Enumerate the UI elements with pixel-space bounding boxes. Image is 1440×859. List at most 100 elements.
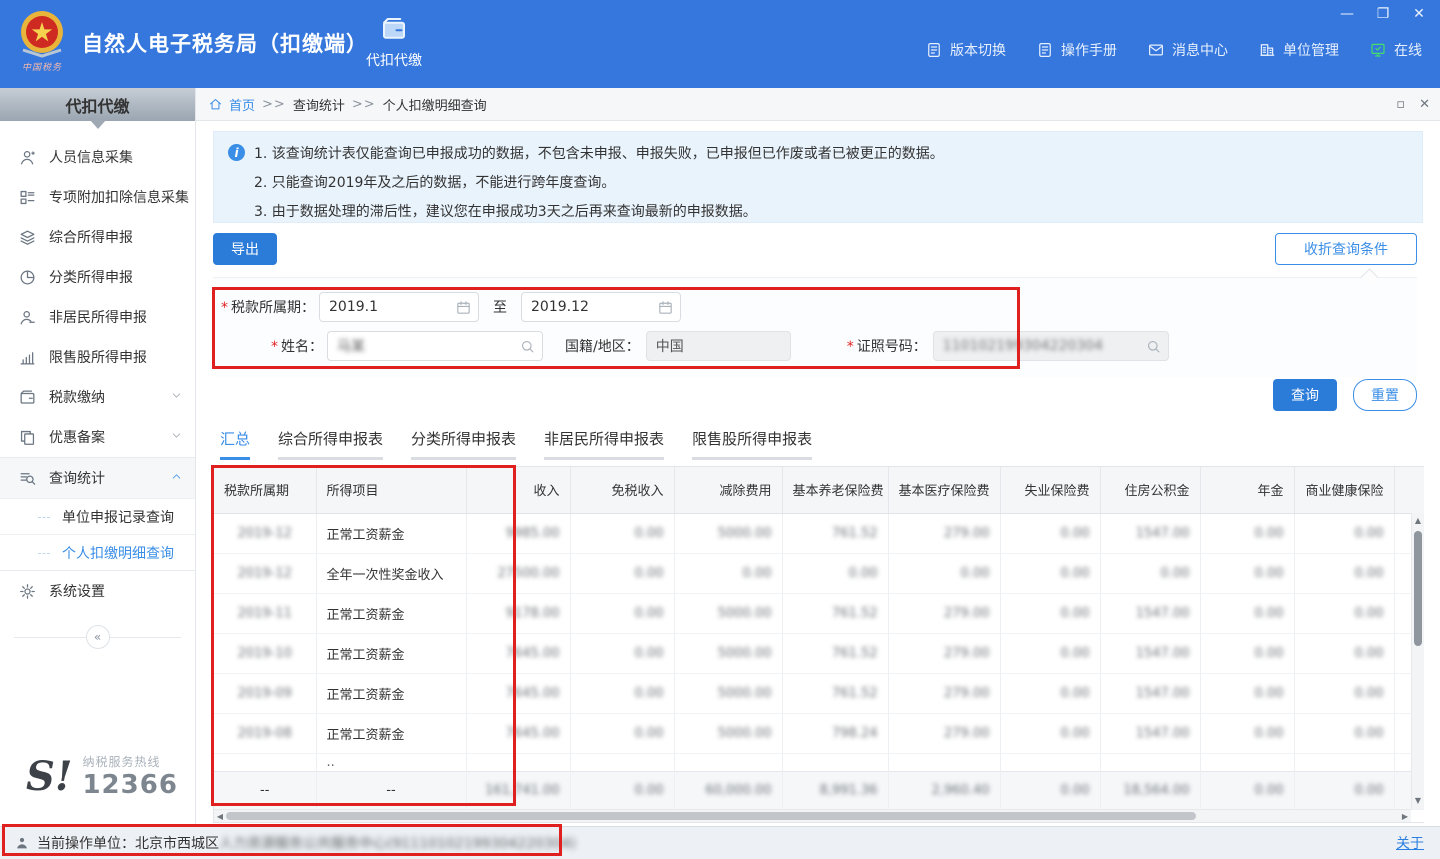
- vscroll-thumb[interactable]: [1414, 531, 1422, 646]
- breadcrumb-home[interactable]: 首页: [229, 95, 255, 114]
- cell: 0.00: [1000, 673, 1100, 713]
- sidebar-item-限售股所得申报[interactable]: 限售股所得申报: [0, 337, 195, 377]
- hscroll-thumb[interactable]: [226, 812, 1196, 820]
- table-row[interactable]: 2019-12正常工资薪金9985.000.005000.00761.52279…: [214, 513, 1424, 553]
- horizontal-scrollbar[interactable]: ◀ ▶: [214, 809, 1411, 822]
- notice-box: i 1. 该查询统计表仅能查询已申报成功的数据，不包含未申报、申报失败，已申报但…: [213, 131, 1423, 223]
- cell: 279.00: [888, 513, 1000, 553]
- scroll-left-icon[interactable]: ◀: [214, 810, 226, 822]
- cell: 279.00: [888, 673, 1000, 713]
- top-menu-item-消息中心[interactable]: 消息中心: [1147, 40, 1228, 60]
- top-menu-item-单位管理[interactable]: 单位管理: [1258, 40, 1339, 60]
- cell: 8,991.36: [782, 771, 888, 809]
- sidebar-item-专项附加扣除信息采集[interactable]: 专项附加扣除信息采集: [0, 177, 195, 217]
- sidebar-item-综合所得申报[interactable]: 综合所得申报: [0, 217, 195, 257]
- sidebar-subitem-个人扣缴明细查询[interactable]: 个人扣缴明细查询: [0, 534, 195, 570]
- tab-非居民所得申报表[interactable]: 非居民所得申报表: [544, 428, 664, 460]
- chevron-up-icon[interactable]: [170, 470, 183, 487]
- nav-tab-daikoudaijiao[interactable]: 代扣代缴: [352, 14, 436, 88]
- cell: 0.00: [674, 553, 782, 593]
- table-row[interactable]: 2019-09正常工资薪金7645.000.005000.00761.52279…: [214, 673, 1424, 713]
- table-row-clipped[interactable]: ..: [214, 753, 1424, 771]
- column-header-税款所属期: 税款所属期: [214, 467, 316, 513]
- top-menu-item-操作手册[interactable]: 操作手册: [1036, 40, 1117, 60]
- sidebar-item-人员信息采集[interactable]: 人员信息采集: [0, 137, 195, 177]
- table-row[interactable]: 2019-11正常工资薪金9178.000.005000.00761.52279…: [214, 593, 1424, 633]
- cell: 正常工资薪金: [316, 673, 466, 713]
- table-summary-row[interactable]: ----161,741.000.0060,000.008,991.362,960…: [214, 771, 1424, 809]
- id-number-input[interactable]: 110102199304220304: [933, 331, 1169, 361]
- search-icon[interactable]: [1145, 338, 1162, 355]
- nav-tab-label: 代扣代缴: [366, 50, 422, 70]
- sidebar-item-优惠备案[interactable]: 优惠备案: [0, 417, 195, 457]
- scroll-down-icon[interactable]: ▼: [1412, 795, 1424, 807]
- tab-综合所得申报表[interactable]: 综合所得申报表: [278, 428, 383, 460]
- period-to-input[interactable]: 2019.12: [521, 292, 681, 322]
- cell: 7645.00: [466, 713, 570, 753]
- export-button[interactable]: 导出: [213, 233, 277, 265]
- search-icon[interactable]: [519, 338, 536, 355]
- table-row[interactable]: 2019-08正常工资薪金7645.000.005000.00798.24279…: [214, 713, 1424, 753]
- panel-maximize-icon[interactable]: ▫: [1396, 97, 1405, 112]
- about-link[interactable]: 关于: [1396, 833, 1424, 853]
- top-menu-item-版本切换[interactable]: 版本切换: [925, 40, 1006, 60]
- sidebar-item-分类所得申报[interactable]: 分类所得申报: [0, 257, 195, 297]
- collapse-query-button[interactable]: 收折查询条件: [1275, 233, 1417, 265]
- chevron-icon: [170, 429, 183, 442]
- table-row[interactable]: 2019-12全年一次性奖金收入27500.000.000.000.000.00…: [214, 553, 1424, 593]
- building-icon: [1258, 41, 1276, 59]
- name-input[interactable]: 马某: [327, 331, 543, 361]
- period-from-input[interactable]: 2019.1: [319, 292, 479, 322]
- search-button[interactable]: 查询: [1273, 379, 1337, 411]
- search-list-icon: [18, 469, 37, 488]
- sidebar-item-税款缴纳[interactable]: 税款缴纳: [0, 377, 195, 417]
- cell: 0.00: [1200, 553, 1294, 593]
- panel-close-icon[interactable]: ✕: [1419, 97, 1430, 112]
- table-row[interactable]: 2019-10正常工资薪金7645.000.005000.00761.52279…: [214, 633, 1424, 673]
- cell: 0.00: [1294, 633, 1394, 673]
- column-header-基本养老保险费: 基本养老保险费: [782, 467, 888, 513]
- sidebar-collapse-button[interactable]: «: [86, 625, 110, 649]
- app-header: — ❐ ✕ 中国税务 自然人电子税务局（扣缴端） 代扣代缴 版: [0, 0, 1440, 88]
- cell: [1000, 753, 1100, 771]
- minimize-button[interactable]: —: [1336, 4, 1358, 24]
- vertical-scrollbar[interactable]: ▲ ▼: [1411, 513, 1424, 809]
- sidebar-subitem-单位申报记录查询[interactable]: 单位申报记录查询: [0, 498, 195, 534]
- chevron-down-icon[interactable]: [170, 429, 183, 446]
- chevron-down-icon[interactable]: [170, 389, 183, 406]
- sidebar-item-label: 人员信息采集: [49, 147, 183, 167]
- reset-button[interactable]: 重置: [1353, 379, 1417, 411]
- sidebar-item-系统设置[interactable]: 系统设置: [0, 571, 195, 611]
- main-panel: 首页 >> 查询统计 >> 个人扣缴明细查询 ▫ ✕ i 1. 该查询统计表仅能…: [196, 88, 1440, 826]
- sidebar-item-非居民所得申报[interactable]: 非居民所得申报: [0, 297, 195, 337]
- tab-汇总[interactable]: 汇总: [220, 428, 250, 460]
- breadcrumb-current: 个人扣缴明细查询: [383, 95, 487, 114]
- window-controls: — ❐ ✕: [1336, 4, 1430, 24]
- cell: 0.00: [570, 771, 674, 809]
- tab-分类所得申报表[interactable]: 分类所得申报表: [411, 428, 516, 460]
- query-actions: 查询 重置: [1273, 379, 1417, 411]
- cell: 0.00: [1294, 713, 1394, 753]
- close-button[interactable]: ✕: [1408, 4, 1430, 24]
- document-icon: [1036, 41, 1054, 59]
- cell: 161,741.00: [466, 771, 570, 809]
- column-header-所得项目: 所得项目: [316, 467, 466, 513]
- app-window: — ❐ ✕ 中国税务 自然人电子税务局（扣缴端） 代扣代缴 版: [0, 0, 1440, 859]
- sidebar-item-label: 分类所得申报: [49, 267, 183, 287]
- sidebar-item-查询统计[interactable]: 查询统计: [0, 458, 195, 498]
- cell: 761.52: [782, 513, 888, 553]
- cell: 0.00: [1200, 593, 1294, 633]
- sidebar-item-label: 非居民所得申报: [49, 307, 183, 327]
- scroll-up-icon[interactable]: ▲: [1412, 515, 1424, 527]
- calendar-icon[interactable]: [657, 299, 674, 316]
- tab-限售股所得申报表[interactable]: 限售股所得申报表: [692, 428, 812, 460]
- cell: 0.00: [1000, 713, 1100, 753]
- restore-button[interactable]: ❐: [1372, 4, 1394, 24]
- sidebar-item-label: 查询统计: [49, 468, 170, 488]
- sidebar: 代扣代缴 人员信息采集专项附加扣除信息采集综合所得申报分类所得申报非居民所得申报…: [0, 88, 196, 826]
- calendar-icon[interactable]: [455, 299, 472, 316]
- cell: 798.24: [782, 713, 888, 753]
- top-menu-item-在线[interactable]: 在线: [1369, 40, 1422, 60]
- user-icon: [18, 308, 37, 327]
- scroll-right-icon[interactable]: ▶: [1399, 810, 1411, 822]
